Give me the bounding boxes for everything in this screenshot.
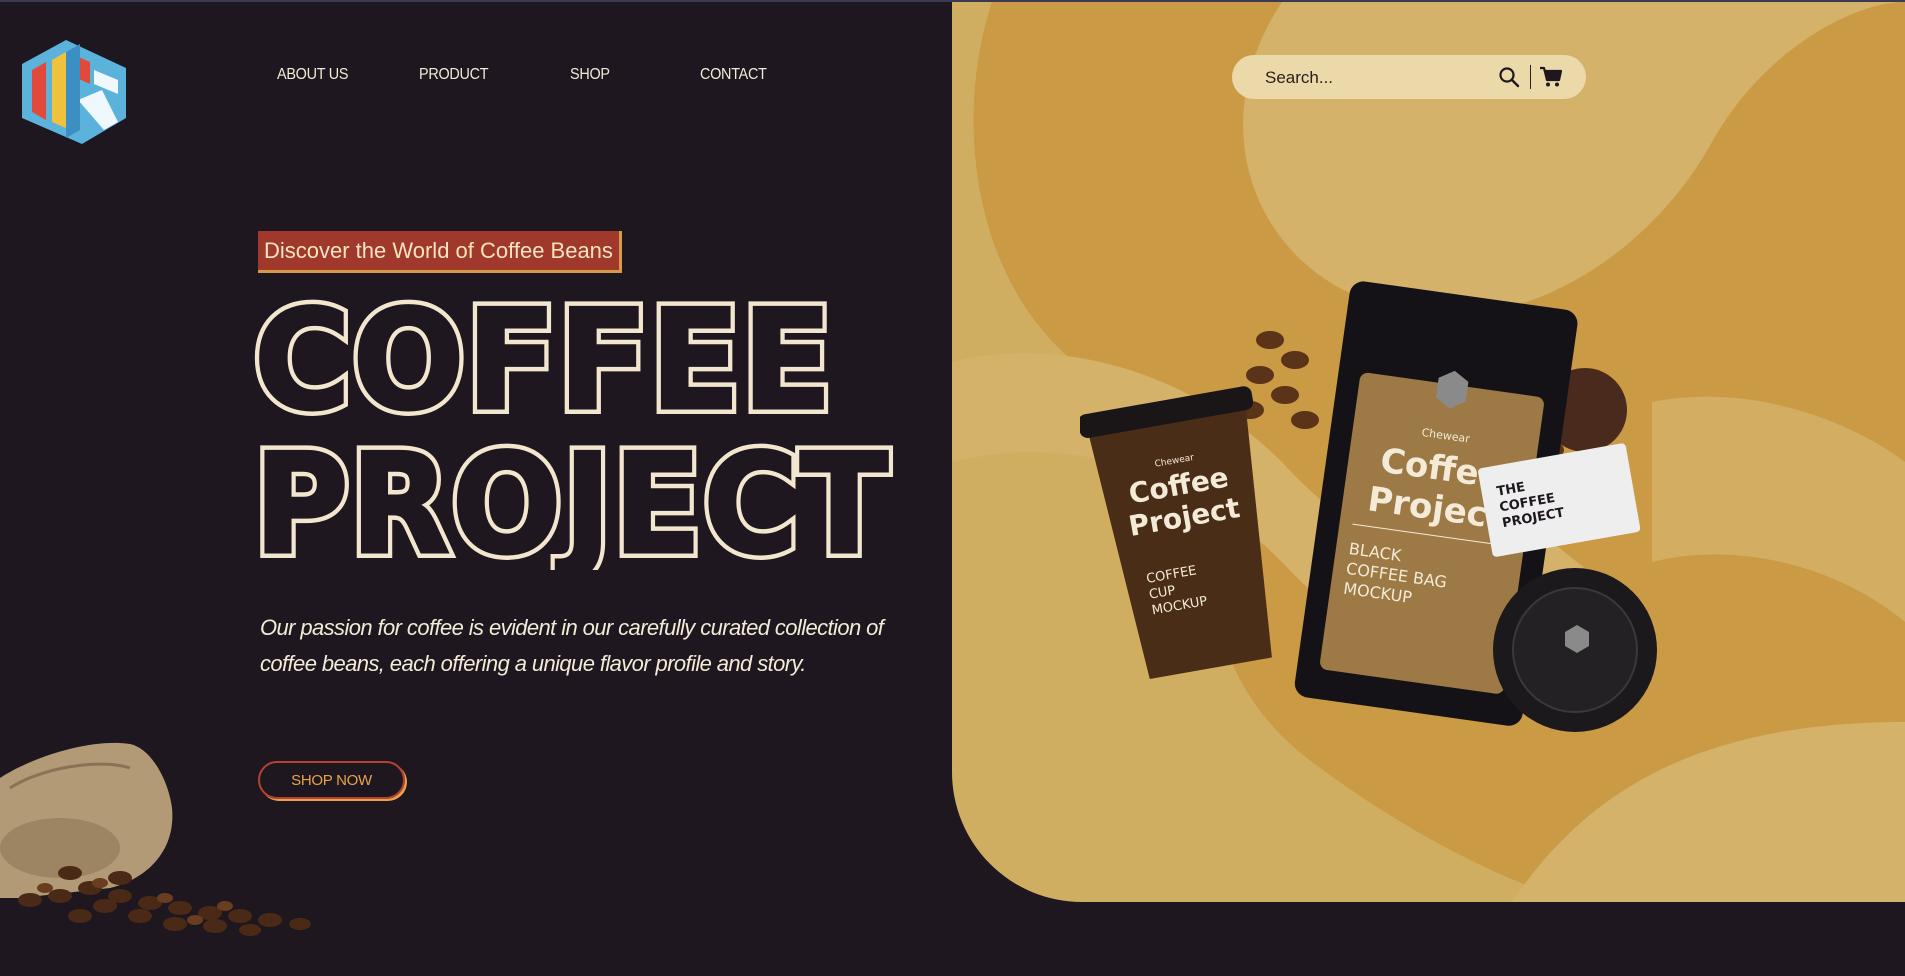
- hero-tagline: Discover the World of Coffee Beans: [258, 231, 622, 273]
- search-bar: [1232, 55, 1586, 99]
- nav-about-us[interactable]: ABOUT US: [277, 66, 348, 84]
- search-icon[interactable]: [1498, 66, 1520, 88]
- product-mockup-image: Chewear Coffee Project BLACK COFFEE BAG …: [1080, 281, 1657, 732]
- cart-icon[interactable]: [1539, 66, 1563, 88]
- search-input[interactable]: [1263, 65, 1497, 91]
- nav-shop[interactable]: SHOP: [570, 66, 610, 84]
- coffee-sack-image: [0, 742, 311, 936]
- search-divider: [1530, 65, 1531, 89]
- hero-title: COFFEE COFFEE PROJECT PROJECT: [252, 290, 894, 570]
- hero-title-line2-inline: PROJECT: [254, 424, 890, 570]
- hero-description: Our passion for coffee is evident in our…: [260, 615, 884, 676]
- nav-product[interactable]: PRODUCT: [419, 66, 489, 84]
- hero-title-line1-inline: COFFEE: [254, 290, 834, 441]
- brand-logo[interactable]: [22, 40, 128, 144]
- nav-contact[interactable]: CONTACT: [700, 66, 767, 84]
